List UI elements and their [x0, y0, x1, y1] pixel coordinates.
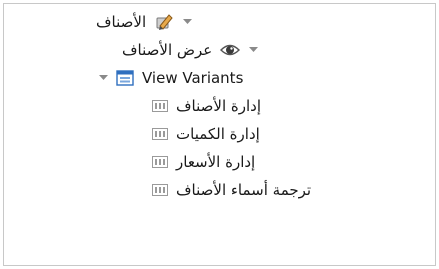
tree-leaf-label: إدارة الأسعار: [176, 153, 256, 171]
grid-icon: [152, 156, 168, 168]
chevron-down-icon[interactable]: [98, 73, 108, 83]
tree-leaf-label: إدارة الأصناف: [176, 97, 261, 115]
eye-icon: [220, 43, 241, 57]
window-icon: [116, 70, 134, 86]
tree-leaf-item[interactable]: إدارة الكميات: [152, 120, 260, 148]
chevron-down-icon[interactable]: [248, 45, 258, 55]
tree-leaf-item[interactable]: ترجمة أسماء الأصناف: [152, 176, 311, 204]
tree-node-root-label: الأصناف: [96, 13, 147, 31]
grid-icon: [152, 100, 168, 112]
grid-icon: [152, 128, 168, 140]
tree-node-group-label: عرض الأصناف: [122, 41, 213, 59]
tree-leaf-item[interactable]: إدارة الأسعار: [152, 148, 255, 176]
pencil-icon: [154, 12, 174, 32]
tree-leaf-item[interactable]: إدارة الأصناف: [152, 92, 261, 120]
tree-node-group[interactable]: عرض الأصناف: [122, 36, 258, 64]
tree-node-view-variants[interactable]: View Variants: [98, 64, 243, 92]
tree-leaf-label: ترجمة أسماء الأصناف: [176, 181, 312, 199]
grid-icon: [152, 184, 168, 196]
tree-leaf-label: إدارة الكميات: [176, 125, 260, 143]
tree-node-view-variants-label: View Variants: [142, 69, 244, 87]
tree-panel: الأصناف عرض الأصناف View Variants إدارة …: [3, 3, 436, 266]
chevron-down-icon[interactable]: [182, 17, 192, 27]
tree-node-root[interactable]: الأصناف: [96, 8, 192, 36]
